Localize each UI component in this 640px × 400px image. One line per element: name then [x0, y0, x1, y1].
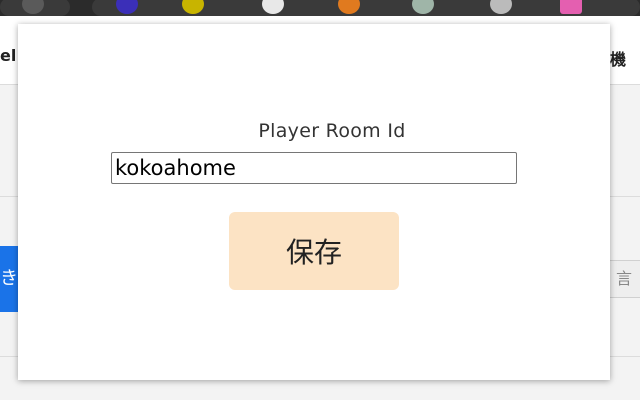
- left-side-text: el: [0, 46, 17, 65]
- left-blue-button[interactable]: き: [0, 246, 20, 312]
- browser-toolbar: [0, 0, 640, 16]
- right-side-text: 機: [610, 50, 627, 69]
- extensions-bar: [92, 0, 640, 16]
- room-id-label: Player Room Id: [258, 120, 406, 142]
- extension-popup: Player Room Id 保存: [18, 24, 610, 380]
- pink-extension-icon[interactable]: [560, 0, 582, 14]
- save-button[interactable]: 保存: [229, 212, 399, 290]
- right-side-button[interactable]: 言: [606, 260, 640, 298]
- room-id-input[interactable]: [111, 152, 517, 184]
